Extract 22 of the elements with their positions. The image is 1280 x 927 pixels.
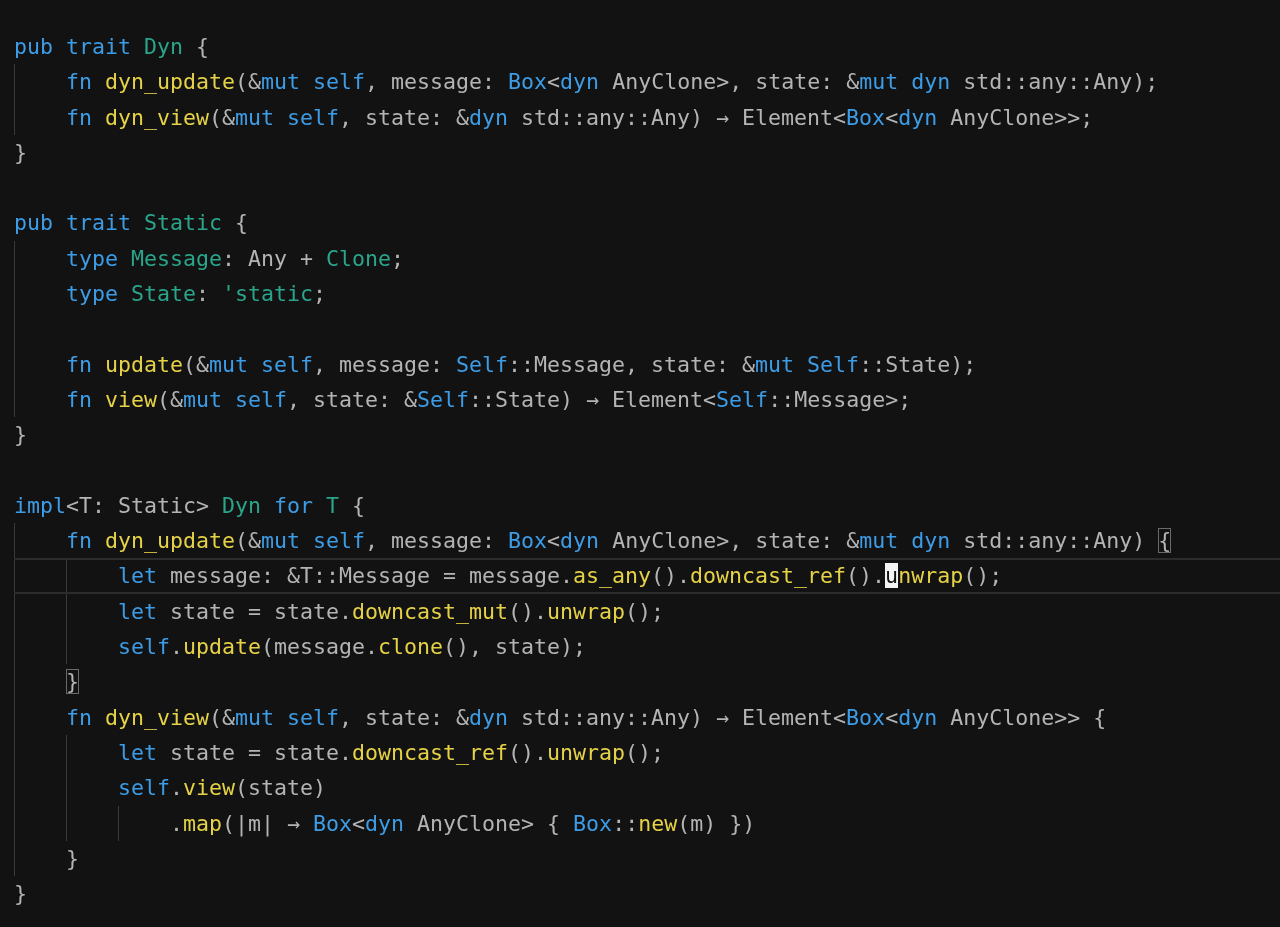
code-line: .map(|m| → Box<dyn AnyClone> { Box::new(m) }) (170, 809, 756, 839)
code-line: } (14, 421, 27, 450)
code-line: } (66, 844, 79, 873)
code-line: pub trait Static { (14, 209, 249, 238)
code-line: } (14, 138, 27, 167)
code-line: let message: &T::Message = message.as_any().downcast_ref().unwrap(); (118, 562, 1003, 591)
code-line: fn dyn_view(&mut self, state: &dyn std::any::Any) → Element<Box<dyn AnyClone>>; (66, 103, 1094, 132)
code-line: fn dyn_view(&mut self, state: &dyn std::any::Any) → Element<Box<dyn AnyClone>> { (66, 703, 1107, 732)
code-line: } (66, 668, 79, 697)
code-line: type Message: Any + Clone; (66, 244, 405, 273)
code-line: fn dyn_update(&mut self, message: Box<dyn AnyClone>, state: &mut dyn std::any::Any); (66, 68, 1159, 97)
code-line: type State: 'static; (66, 280, 327, 309)
code-line: let state = state.downcast_ref().unwrap(); (118, 738, 665, 767)
code-line: fn dyn_update(&mut self, message: Box<dyn AnyClone>, state: &mut dyn std::any::Any) { (66, 527, 1172, 556)
code-line: fn view(&mut self, state: &Self::State) → Element<Self::Message>; (66, 385, 912, 414)
code-line: let state = state.downcast_mut().unwrap(); (118, 597, 665, 626)
code-line: impl<T: Static> Dyn for T { (14, 491, 366, 520)
code-line: pub trait Dyn { (14, 33, 210, 61)
code-line: fn update(&mut self, message: Self::Message, state: &mut Self::State); (66, 350, 977, 379)
code-line: self.view(state) (118, 774, 327, 803)
code-line: } (14, 880, 27, 909)
code-line: self.update(message.clone(), state); (118, 633, 587, 662)
